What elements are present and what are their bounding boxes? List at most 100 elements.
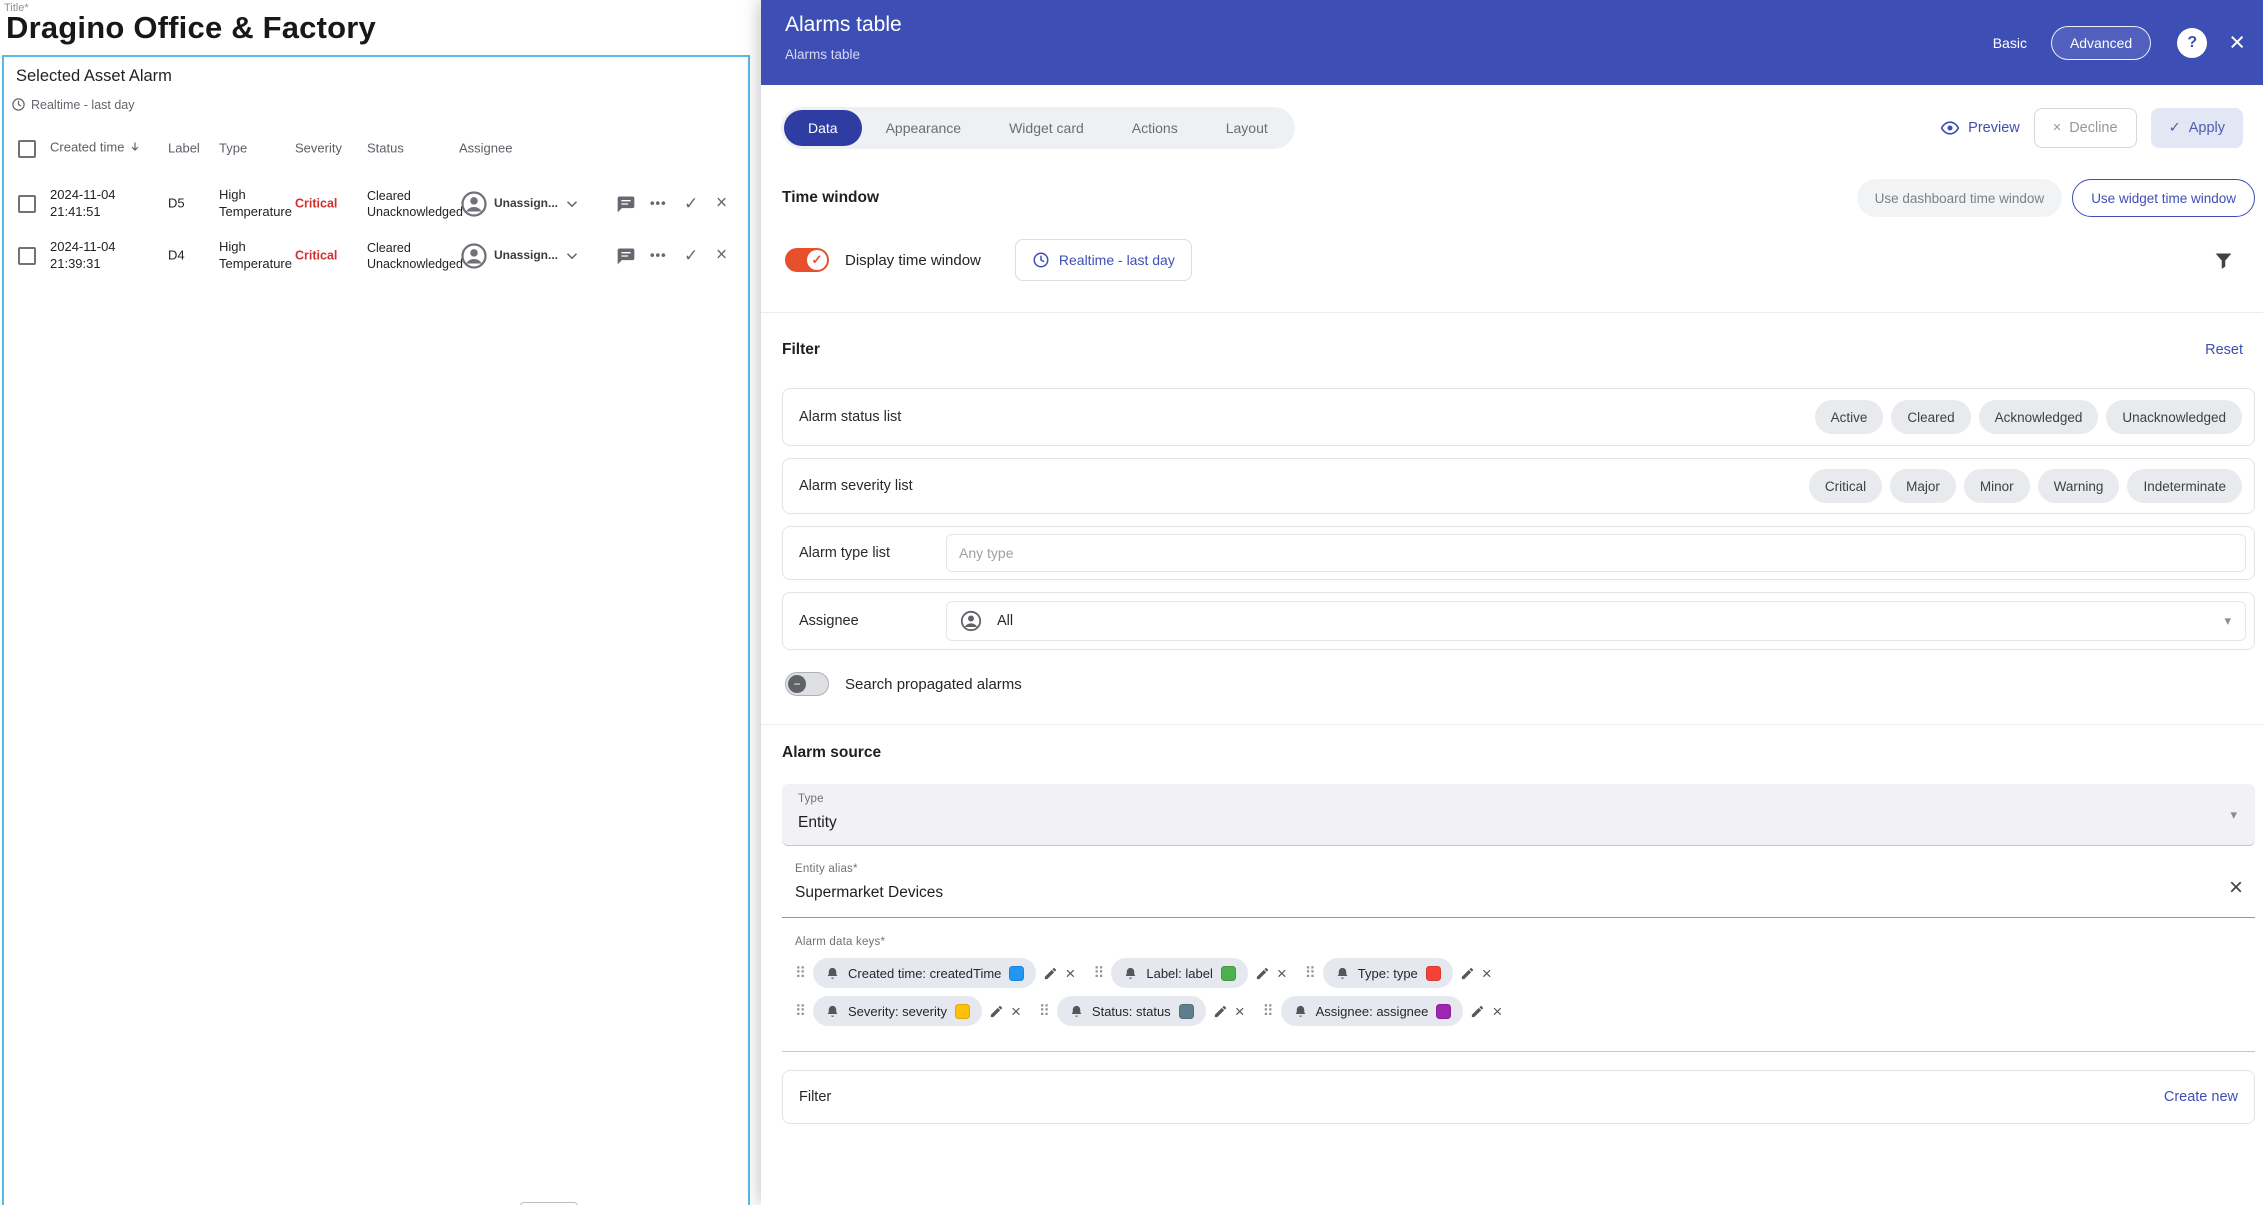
alarm-table-widget-preview[interactable]: Selected Asset Alarm Realtime - last day… [2, 55, 750, 1205]
table-row[interactable]: 2024-11-04 21:41:51 D5 High Temperature … [16, 178, 742, 230]
drag-handle-icon[interactable]: ⠿ [1093, 964, 1104, 982]
remove-icon[interactable]: × [1011, 1003, 1021, 1020]
alarm-severity-chips: Critical Major Minor Warning Indetermina… [1808, 469, 2242, 503]
tab-widget-card[interactable]: Widget card [985, 110, 1108, 146]
preview-button[interactable]: Preview [1940, 118, 2020, 138]
key-color-swatch[interactable] [1425, 965, 1441, 981]
more-actions-button[interactable]: ••• [650, 248, 667, 265]
key-color-swatch[interactable] [1436, 1003, 1452, 1019]
severity-chip-warning[interactable]: Warning [2037, 469, 2120, 503]
source-type-select[interactable]: Type Entity ▾ [782, 784, 2255, 846]
tab-layout[interactable]: Layout [1202, 110, 1292, 146]
severity-chip-major[interactable]: Major [1890, 469, 1956, 503]
chevron-down-icon[interactable] [563, 247, 581, 265]
alarm-type-row: Alarm type list [782, 526, 2255, 580]
column-header-status[interactable]: Status [367, 141, 471, 158]
assignee-select[interactable]: Unassign... [459, 189, 587, 219]
alarm-details-button[interactable] [616, 246, 636, 266]
more-actions-button[interactable]: ••• [650, 196, 667, 213]
filter-settings-button[interactable] [2203, 240, 2243, 280]
dashboard-title[interactable]: Dragino Office & Factory [6, 10, 376, 46]
column-header-severity[interactable]: Severity [295, 141, 363, 158]
status-chip-cleared[interactable]: Cleared [1891, 400, 1971, 434]
key-color-swatch[interactable] [954, 1003, 970, 1019]
clear-icon[interactable]: × [2229, 875, 2243, 900]
column-header-label[interactable]: Label [168, 141, 214, 158]
remove-icon[interactable]: × [1492, 1003, 1502, 1020]
data-key-chip[interactable]: ⠿ Severity: severity × [795, 996, 1021, 1026]
cell-created-time: 2024-11-04 21:39:31 [50, 239, 116, 271]
data-key-chip[interactable]: ⠿ Label: label × [1093, 958, 1287, 988]
create-new-filter-button[interactable]: Create new [2164, 1089, 2238, 1105]
alarm-type-input[interactable] [947, 545, 2245, 561]
drag-handle-icon[interactable]: ⠿ [1305, 964, 1316, 982]
status-chip-acknowledged[interactable]: Acknowledged [1978, 400, 2099, 434]
key-color-swatch[interactable] [1220, 965, 1236, 981]
alarm-details-button[interactable] [616, 194, 636, 214]
use-widget-time-window-button[interactable]: Use widget time window [2072, 179, 2255, 217]
reset-button[interactable]: Reset [2205, 342, 2243, 358]
edit-icon[interactable] [1255, 966, 1270, 981]
edit-icon[interactable] [1470, 1004, 1485, 1019]
key-color-swatch[interactable] [1178, 1003, 1194, 1019]
drag-handle-icon[interactable]: ⠿ [795, 964, 806, 982]
toolbar-actions: Preview × Decline ✓ Apply [1940, 108, 2243, 148]
row-checkbox[interactable] [18, 247, 36, 265]
time-window-value-button[interactable]: Realtime - last day [1014, 239, 1192, 281]
severity-chip-indeterminate[interactable]: Indeterminate [2127, 469, 2242, 503]
sort-desc-icon[interactable] [128, 140, 142, 159]
table-row[interactable]: 2024-11-04 21:39:31 D4 High Temperature … [16, 230, 742, 282]
clear-alarm-button[interactable]: × [716, 244, 727, 269]
remove-icon[interactable]: × [1065, 965, 1075, 982]
data-key-chip[interactable]: ⠿ Status: status × [1039, 996, 1245, 1026]
status-chip-active[interactable]: Active [1814, 400, 1884, 434]
assignee-select[interactable]: All ▾ [946, 601, 2246, 641]
remove-icon[interactable]: × [1277, 965, 1287, 982]
config-title: Alarms table [785, 13, 902, 36]
column-header-type[interactable]: Type [219, 141, 295, 158]
column-header-assignee[interactable]: Assignee [459, 141, 587, 158]
assignee-select[interactable]: Unassign... [459, 241, 587, 271]
status-chip-unacknowledged[interactable]: Unacknowledged [2106, 400, 2242, 434]
tab-actions[interactable]: Actions [1108, 110, 1202, 146]
use-dashboard-time-window-button[interactable]: Use dashboard time window [1856, 179, 2063, 217]
edit-icon[interactable] [1460, 966, 1475, 981]
chevron-down-icon[interactable] [563, 195, 581, 213]
drag-handle-icon[interactable]: ⠿ [1263, 1002, 1274, 1020]
widget-timewindow[interactable]: Realtime - last day [11, 97, 135, 112]
severity-chip-minor[interactable]: Minor [1963, 469, 2030, 503]
row-checkbox[interactable] [18, 195, 36, 213]
data-key-chip[interactable]: ⠿ Created time: createdTime × [795, 958, 1075, 988]
help-icon[interactable]: ? [2177, 27, 2208, 58]
severity-chip-critical[interactable]: Critical [1808, 469, 1883, 503]
acknowledge-button[interactable]: ✓ [684, 193, 698, 215]
edit-icon[interactable] [1043, 966, 1058, 981]
data-key-chip[interactable]: ⠿ Type: type × [1305, 958, 1492, 988]
column-header-created-time[interactable]: Created time [50, 140, 164, 159]
clock-icon [1033, 252, 1049, 268]
edit-icon[interactable] [989, 1004, 1004, 1019]
decline-button[interactable]: × Decline [2033, 108, 2137, 148]
clear-alarm-button[interactable]: × [716, 192, 727, 217]
tab-data[interactable]: Data [784, 110, 862, 146]
edit-icon[interactable] [1213, 1004, 1228, 1019]
select-all-checkbox[interactable] [18, 140, 36, 158]
toggle-check-icon: ✓ [807, 250, 827, 270]
basic-mode-button[interactable]: Basic [1987, 35, 2033, 51]
drag-handle-icon[interactable]: ⠿ [1039, 1002, 1050, 1020]
remove-icon[interactable]: × [1235, 1003, 1245, 1020]
alarm-type-field [946, 534, 2246, 572]
remove-icon[interactable]: × [1482, 965, 1492, 982]
acknowledge-button[interactable]: ✓ [684, 245, 698, 267]
data-key-chip[interactable]: ⠿ Assignee: assignee × [1263, 996, 1502, 1026]
search-propagated-toggle[interactable]: − [785, 672, 829, 696]
advanced-mode-button[interactable]: Advanced [2050, 25, 2152, 60]
apply-button[interactable]: ✓ Apply [2150, 108, 2243, 148]
entity-alias-label: Entity alias* [795, 863, 858, 875]
drag-handle-icon[interactable]: ⠿ [795, 1002, 806, 1020]
tab-appearance[interactable]: Appearance [862, 110, 986, 146]
key-color-swatch[interactable] [1009, 965, 1025, 981]
close-icon[interactable]: × [2225, 29, 2249, 56]
display-time-window-toggle[interactable]: ✓ [785, 248, 829, 272]
entity-alias-field[interactable]: Entity alias* Supermarket Devices × [782, 858, 2255, 918]
